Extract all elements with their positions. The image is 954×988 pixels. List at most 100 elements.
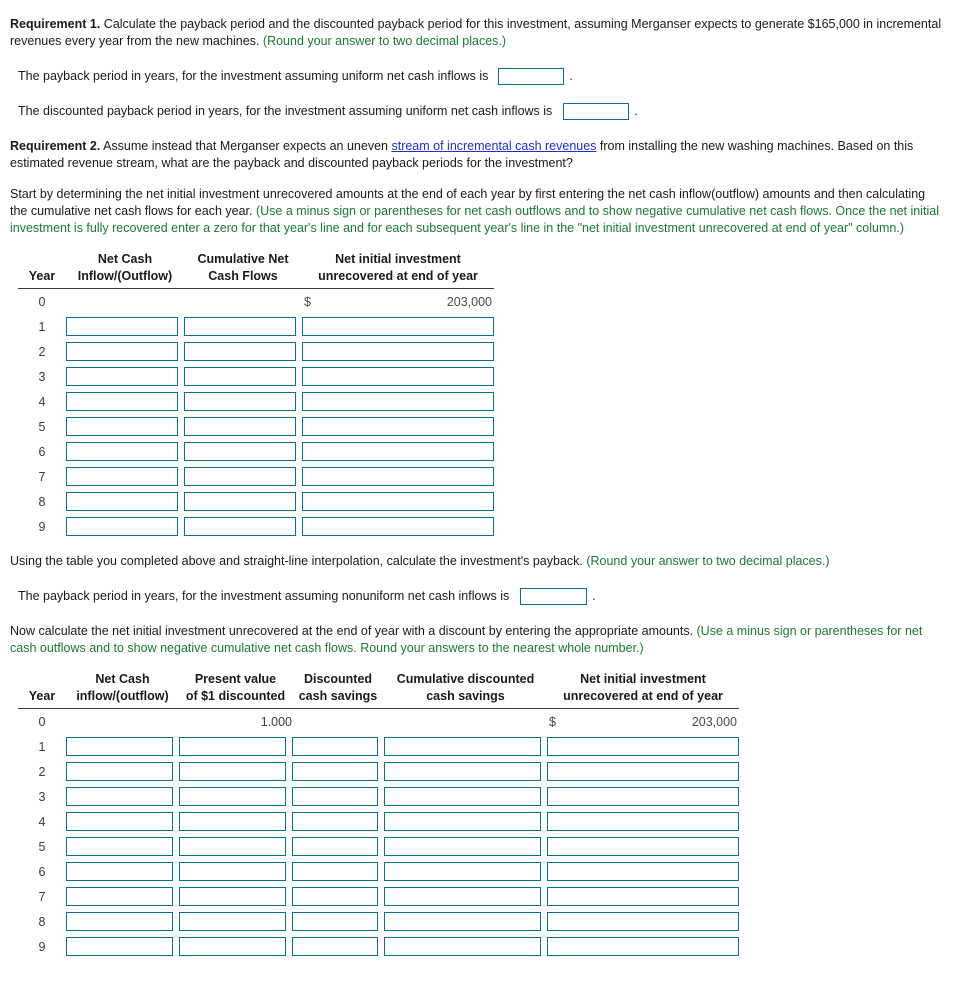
net-cash-input[interactable] [66, 392, 178, 411]
net-cash-input[interactable] [66, 912, 173, 931]
unrecovered-input[interactable] [547, 737, 739, 756]
table-row: 3 [18, 364, 494, 389]
payback-uniform-input[interactable] [498, 68, 565, 85]
cumulative-discounted-cell [384, 809, 547, 834]
net-cash-input[interactable] [66, 342, 178, 361]
pv-factor-input[interactable] [179, 887, 286, 906]
table-row: 1 [18, 734, 739, 759]
net-cash-input[interactable] [66, 737, 173, 756]
unrecovered-input[interactable] [547, 762, 739, 781]
discounted-input[interactable] [292, 937, 378, 956]
unrecovered-input[interactable] [302, 367, 494, 386]
discounted-input[interactable] [292, 762, 378, 781]
cumulative-discounted-input[interactable] [384, 887, 541, 906]
row-year-label: 6 [38, 864, 46, 879]
cumulative-input[interactable] [184, 367, 296, 386]
unrecovered-input[interactable] [547, 862, 739, 881]
pv-factor-input[interactable] [179, 787, 286, 806]
unrecovered-input[interactable] [302, 442, 494, 461]
cumulative-input[interactable] [184, 467, 296, 486]
unrecovered-input[interactable] [547, 837, 739, 856]
pv-factor-input[interactable] [179, 912, 286, 931]
header-net-initial-unrecovered: Net initial investment unrecovered at en… [547, 671, 739, 709]
table-row: 8 [18, 909, 739, 934]
payback-nonuniform-input[interactable] [520, 588, 588, 605]
unrecovered-input[interactable] [547, 812, 739, 831]
interpolation-paragraph: Using the table you completed above and … [10, 553, 944, 570]
cumulative-input[interactable] [184, 392, 296, 411]
unrecovered-input[interactable] [302, 342, 494, 361]
cumulative-input[interactable] [184, 492, 296, 511]
discounted-input[interactable] [292, 837, 378, 856]
row-year-label: 2 [38, 344, 46, 359]
cumulative-input[interactable] [184, 317, 296, 336]
discounted-input[interactable] [292, 737, 378, 756]
discounted-payback-uniform-row: The discounted payback period in years, … [10, 103, 944, 120]
pv-factor-input[interactable] [179, 812, 286, 831]
net-cash-input[interactable] [66, 442, 178, 461]
net-cash-input[interactable] [66, 367, 178, 386]
net-cash-input[interactable] [66, 837, 173, 856]
cumulative-discounted-input[interactable] [384, 837, 541, 856]
currency-symbol: $ [304, 294, 311, 309]
pv-factor-input[interactable] [179, 837, 286, 856]
cumulative-discounted-input[interactable] [384, 787, 541, 806]
cumulative-discounted-input[interactable] [384, 937, 541, 956]
cumulative-cell [184, 364, 302, 389]
header-unrecovered-line1: Net initial investment [580, 672, 706, 686]
interpolation-black: Using the table you completed above and … [10, 554, 587, 568]
cash-revenues-link[interactable]: stream of incremental cash revenues [391, 139, 596, 153]
pv-factor-input[interactable] [179, 862, 286, 881]
net-cash-input[interactable] [66, 937, 173, 956]
cumulative-input[interactable] [184, 417, 296, 436]
net-cash-input[interactable] [66, 317, 178, 336]
net-cash-input[interactable] [66, 517, 178, 536]
unrecovered-input[interactable] [302, 517, 494, 536]
net-cash-input[interactable] [66, 417, 178, 436]
pv-factor-input[interactable] [179, 737, 286, 756]
cumulative-input[interactable] [184, 342, 296, 361]
net-cash-input[interactable] [66, 887, 173, 906]
table-row: 7 [18, 464, 494, 489]
row-year-label: 3 [38, 369, 46, 384]
discounted-input[interactable] [292, 787, 378, 806]
header-net-cash-line1: Net Cash [95, 672, 150, 686]
unrecovered-input[interactable] [547, 887, 739, 906]
discounted-input[interactable] [292, 862, 378, 881]
cumulative-discounted-input[interactable] [384, 762, 541, 781]
unrecovered-input[interactable] [302, 417, 494, 436]
unrecovered-input[interactable] [547, 912, 739, 931]
cumulative-input[interactable] [184, 517, 296, 536]
header-cumulative-discounted-cash-savings: Cumulative discounted cash savings [384, 671, 547, 709]
unrecovered-input[interactable] [302, 392, 494, 411]
cumulative-discounted-input[interactable] [384, 912, 541, 931]
pv-factor-input[interactable] [179, 937, 286, 956]
discounted-payback-uniform-input[interactable] [563, 103, 630, 120]
net-cash-input[interactable] [66, 762, 173, 781]
discounted-payback-table: Year Net Cash inflow/(outflow) Present v… [18, 671, 739, 959]
unrecovered-input[interactable] [547, 937, 739, 956]
net-cash-input[interactable] [66, 812, 173, 831]
net-cash-input[interactable] [66, 492, 178, 511]
header-year: Year [18, 671, 66, 709]
pv-factor-input[interactable] [179, 762, 286, 781]
row-year-label: 9 [38, 519, 46, 534]
net-cash-input[interactable] [66, 467, 178, 486]
discounted-input[interactable] [292, 812, 378, 831]
cumulative-discounted-input[interactable] [384, 862, 541, 881]
unrecovered-input[interactable] [547, 787, 739, 806]
net-cash-input[interactable] [66, 787, 173, 806]
net-cash-input[interactable] [66, 862, 173, 881]
cumulative-discounted-input[interactable] [384, 812, 541, 831]
cumulative-discounted-input[interactable] [384, 737, 541, 756]
discounted-input[interactable] [292, 887, 378, 906]
unrecovered-input[interactable] [302, 317, 494, 336]
cumulative-input[interactable] [184, 442, 296, 461]
row-year-label: 7 [38, 889, 46, 904]
requirement-2-label: Requirement 2. [10, 139, 101, 153]
unrecovered-cell [547, 884, 739, 909]
discounted-input[interactable] [292, 912, 378, 931]
unrecovered-input[interactable] [302, 467, 494, 486]
unrecovered-input[interactable] [302, 492, 494, 511]
